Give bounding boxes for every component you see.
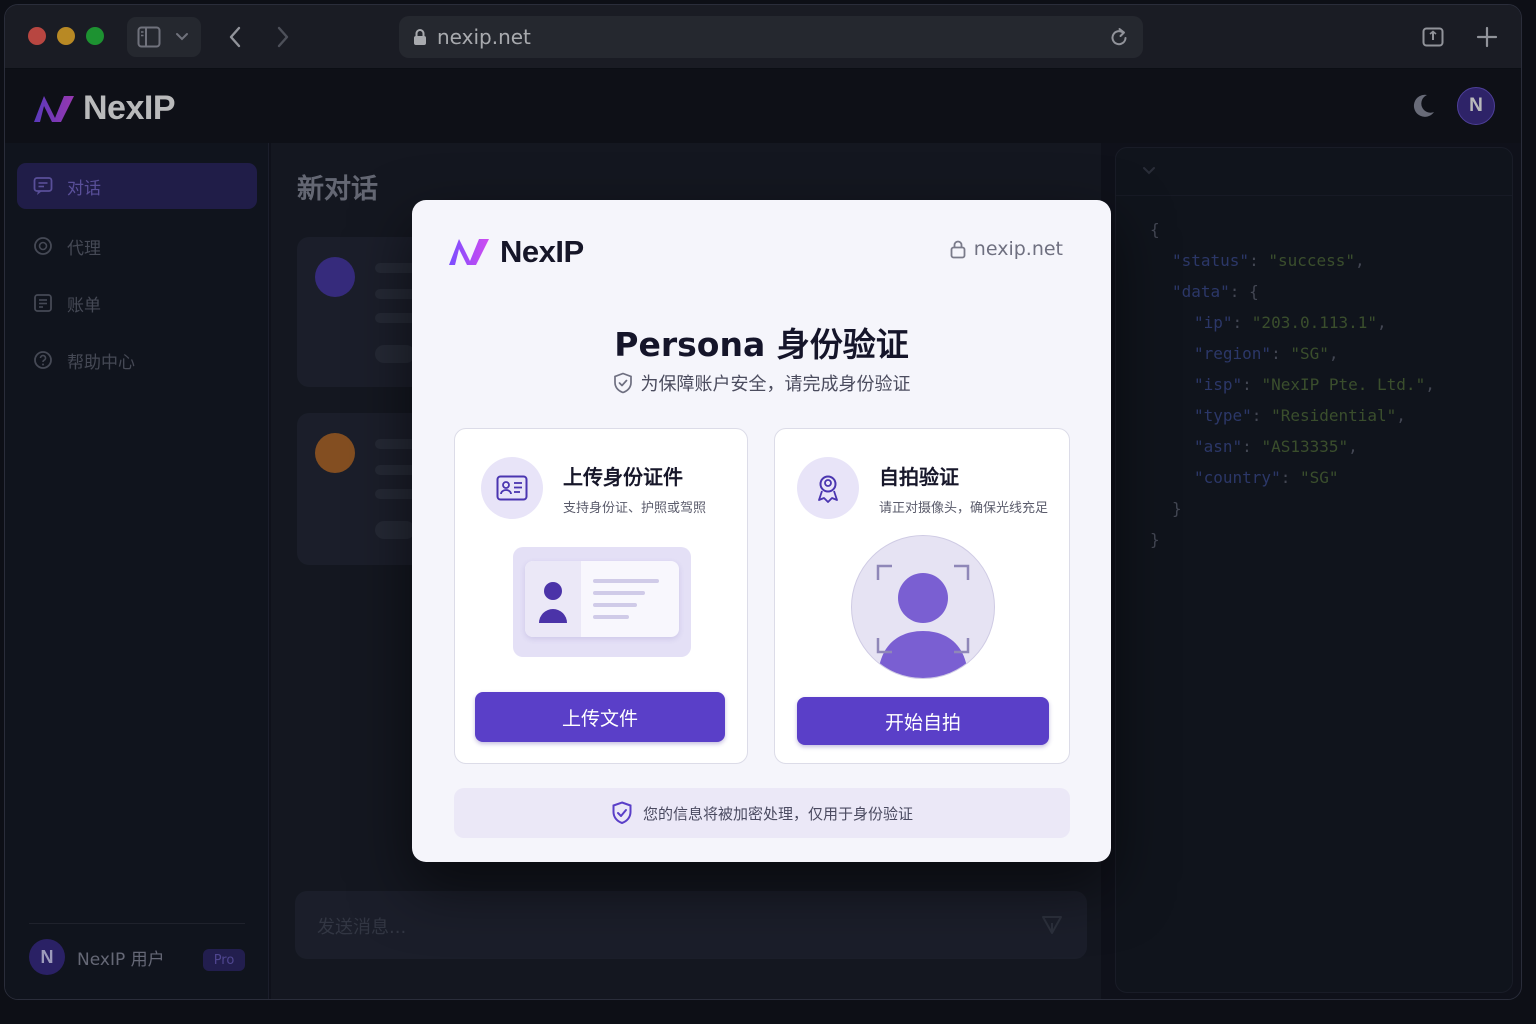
modal-subtitle-text: 为保障账户安全，请完成身份验证 (640, 374, 911, 395)
selfie-icon-wrap (797, 457, 859, 519)
id-card-graphic (525, 561, 679, 637)
identity-verification-modal: NexIP nexip.net Persona 身份验证 为保障账户安全，请完成… (412, 200, 1111, 862)
upload-file-button[interactable]: 上传文件 (475, 692, 725, 742)
face-frame-icon (876, 564, 970, 678)
shield-check-icon (613, 372, 632, 394)
modal-domain-text: nexip.net (973, 238, 1063, 260)
lock-icon (950, 240, 966, 259)
modal-title: Persona 身份验证 (614, 325, 909, 364)
shield-check-icon (612, 801, 632, 825)
upload-option-title: 上传身份证件 (563, 465, 683, 489)
nexip-logo-icon (449, 239, 489, 265)
id-text-line (593, 591, 645, 595)
selfie-verification-option[interactable]: 自拍验证 请正对摄像头，确保光线充足 开始自拍 (774, 428, 1070, 764)
upload-document-option[interactable]: 上传身份证件 支持身份证、护照或驾照 上传文件 (454, 428, 748, 764)
id-text-line (593, 615, 629, 619)
face-scan-icon (818, 475, 838, 503)
id-card-illustration (513, 547, 691, 657)
browser-window: nexip.net NexIP N 对话 代理 账单 帮助中心 N NexIP … (4, 4, 1522, 1000)
encryption-notice: 您的信息将被加密处理，仅用于身份验证 (454, 788, 1070, 838)
id-card-icon-wrap (481, 457, 543, 519)
selfie-illustration (851, 535, 995, 679)
encryption-notice-text: 您的信息将被加密处理，仅用于身份验证 (642, 804, 913, 823)
id-text-line (593, 603, 637, 607)
id-photo (525, 561, 581, 637)
modal-domain: nexip.net (950, 238, 1063, 260)
start-selfie-button[interactable]: 开始自拍 (797, 697, 1049, 745)
modal-brand-name: NexIP (500, 234, 584, 269)
selfie-option-title: 自拍验证 (879, 465, 959, 489)
id-text-line (593, 579, 659, 583)
upload-option-desc: 支持身份证、护照或驾照 (563, 501, 707, 516)
selfie-option-desc: 请正对摄像头，确保光线充足 (879, 501, 1049, 516)
id-card-icon (496, 475, 528, 501)
modal-brand: NexIP (446, 234, 584, 270)
person-icon (539, 582, 567, 623)
modal-subtitle: 为保障账户安全，请完成身份验证 (412, 370, 1111, 396)
